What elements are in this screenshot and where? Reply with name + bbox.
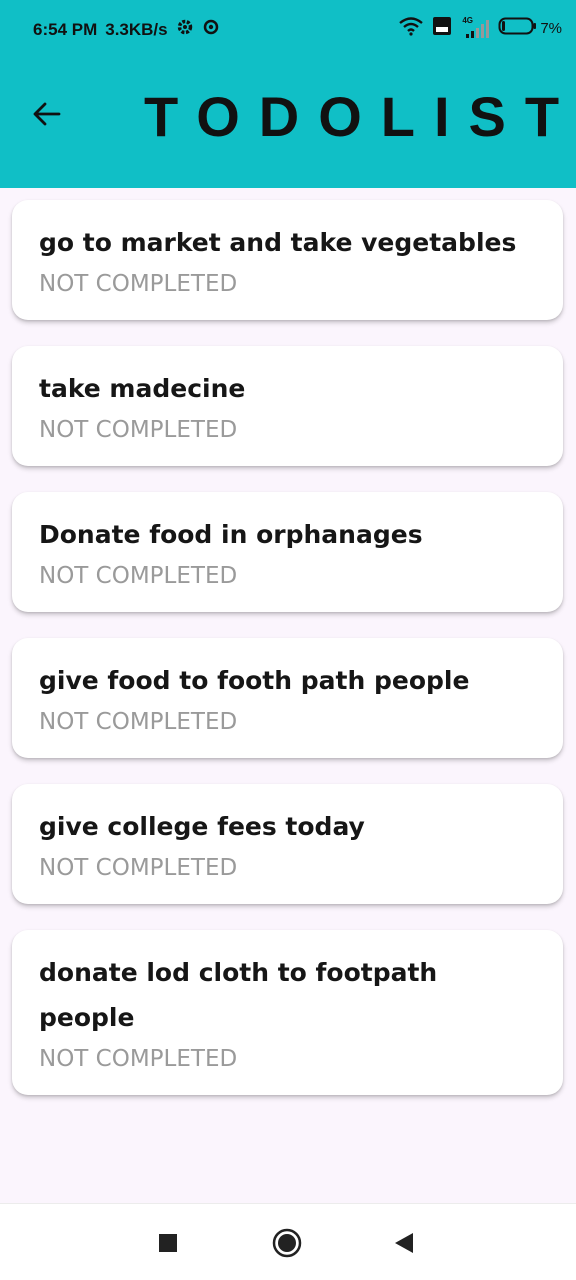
todo-card[interactable]: donate lod cloth to footpath people NOT … [12,930,563,1095]
todo-card[interactable]: give college fees today NOT COMPLETED [12,784,563,904]
signal-icon: 4G [460,16,490,40]
back-button[interactable] [26,96,66,136]
system-nav-bar [0,1203,576,1280]
battery-percent: 7% [540,20,562,37]
settings-gear-icon [176,18,194,41]
status-bar: 6:54 PM 3.3KB/s 4G 7% [0,0,576,56]
todo-card[interactable]: Donate food in orphanages NOT COMPLETED [12,492,563,612]
todo-title: take madecine [39,374,246,403]
todo-title: Donate food in orphanages [39,520,423,549]
battery-icon [498,16,538,41]
todo-card[interactable]: go to market and take vegetables NOT COM… [12,200,563,320]
wifi-icon [398,16,424,41]
todo-title: go to market and take vegetables [39,228,517,257]
todo-status: NOT COMPLETED [39,417,238,443]
sync-icon [202,18,220,41]
status-time: 6:54 PM [33,19,98,39]
todo-title: donate lod cloth to footpath people [39,958,438,1032]
todo-status: NOT COMPLETED [39,855,238,881]
status-speed: 3.3KB/s [105,19,168,39]
todo-card[interactable]: give food to footh path people NOT COMPL… [12,638,563,758]
todo-status: NOT COMPLETED [39,271,238,297]
square-icon [159,1234,177,1252]
todo-title: give food to footh path people [39,666,470,695]
back-nav-button[interactable] [394,1232,414,1259]
volte-icon [432,16,452,41]
home-button[interactable] [272,1228,302,1263]
todo-card[interactable]: take madecine NOT COMPLETED [12,346,563,466]
triangle-back-icon [395,1233,413,1253]
todo-status: NOT COMPLETED [39,1046,238,1072]
page-title: TODOLIST [144,85,576,148]
app-bar: 6:54 PM 3.3KB/s 4G 7% TODOLIST [0,0,576,188]
todo-list: go to market and take vegetables NOT COM… [12,200,564,1121]
back-arrow-icon [31,101,61,132]
todo-title: give college fees today [39,812,365,841]
circle-icon [272,1228,302,1258]
todo-status: NOT COMPLETED [39,709,238,735]
recents-button[interactable] [158,1233,178,1258]
todo-status: NOT COMPLETED [39,563,238,589]
